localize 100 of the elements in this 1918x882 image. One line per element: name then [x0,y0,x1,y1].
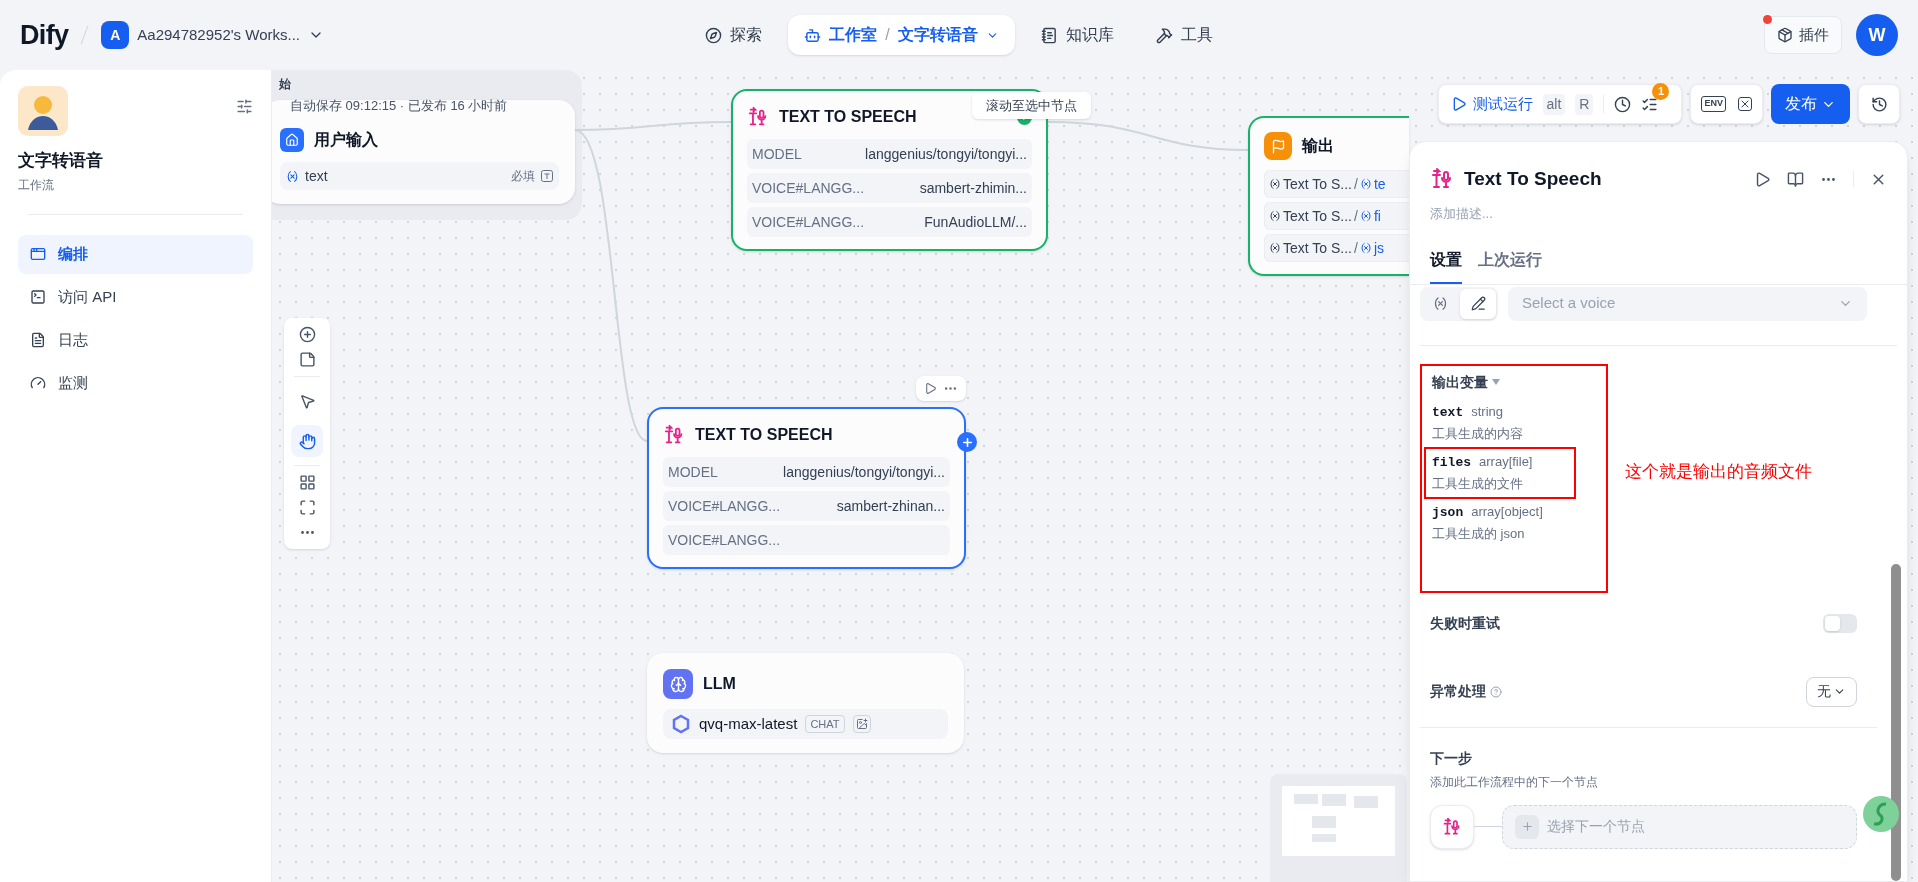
history-icon[interactable] [1858,84,1900,124]
panel-tab[interactable]: 设置 [1430,247,1462,284]
nav-label: 工具 [1180,25,1213,45]
workflow-node[interactable]: LLM qvq-max-latest CHAT [647,653,964,753]
variable-type: array[file] [1479,452,1533,471]
gauge-icon [30,375,46,391]
test-run-label: 测试运行 [1472,93,1533,114]
parameter-value: sambert-zhimin... [919,178,1027,198]
sidebar-label: 访问 API [58,286,117,307]
mode-tag: CHAT [805,714,845,734]
variable-icon [1359,178,1372,190]
package-icon [1777,27,1793,43]
user-avatar[interactable]: W [1856,14,1898,56]
run-history-icon[interactable] [1614,95,1632,113]
annotation-text: 这个就是输出的音频文件 [1625,461,1812,484]
variable-name: te [1373,174,1386,194]
add-node-icon[interactable] [298,326,316,343]
path-separator: / [1354,238,1358,258]
sidebar-item[interactable]: 访问 API [18,277,253,317]
caret-icon[interactable] [1492,379,1500,385]
section-title: 下一步 [1429,748,1473,768]
organize-icon[interactable] [298,474,316,491]
hand-icon[interactable] [291,425,323,457]
variable-description: 工具生成的内容 [1432,425,1524,443]
variable-icon [1269,242,1281,254]
run-icon[interactable] [924,382,937,395]
document-icon [30,332,46,348]
test-run-button[interactable]: 测试运行 [1450,92,1533,116]
sidebar-label: 监测 [58,372,88,393]
plus-icon [1515,814,1539,839]
parameter-value: langgenius/tongyi/tongyi... [865,144,1027,164]
sidebar-item[interactable]: 编排 [18,234,253,274]
hammer-icon [1155,26,1173,44]
node-title: TEXT TO SPEECH [695,425,833,445]
retry-toggle[interactable] [1823,614,1857,633]
nav-tab[interactable]: 探索 [689,15,779,55]
vision-icon [852,715,871,733]
parameter-label: VOICE#LANGG... [752,212,865,232]
node-title: TEXT TO SPEECH [779,107,917,127]
tooltip: 滚动至选中节点 [972,92,1091,119]
current-app[interactable]: 文字转语音 [897,23,978,47]
fit-view-icon[interactable] [298,499,316,516]
run-icon[interactable] [1754,170,1771,188]
error-handling-label: 异常处理 [1430,682,1486,701]
node-title: 用户输入 [314,130,378,150]
breadcrumb-separator: / [885,25,890,45]
autosave-status: 自动保存 09:12:15 · 已发布 16 小时前 [290,97,508,115]
sidebar-item[interactable]: 日志 [18,320,253,360]
sidebar-item[interactable]: 监测 [18,363,253,403]
add-note-icon[interactable] [298,351,316,368]
house-icon [280,128,304,152]
parameter-label: MODEL [752,144,802,164]
shortcut-key: R [1575,93,1594,115]
app-type: 工作流 [18,176,55,194]
floating-assistant-icon[interactable] [1862,795,1900,833]
parameter-label: VOICE#LANGG... [752,178,865,198]
variable-name: fi [1373,206,1381,226]
node-title: LLM [703,674,736,694]
workspace-selector[interactable]: A Aa294782952's Works... [101,21,324,49]
text-to-speech-icon [747,106,769,128]
model-logo-icon [671,714,691,734]
next-node-placeholder: 选择下一个节点 [1547,817,1645,836]
shortcut-key: alt [1542,93,1566,115]
panel-tab[interactable]: 上次运行 [1478,247,1542,284]
source-node-name: Text To S... [1283,238,1352,258]
add-node-handle[interactable] [957,432,977,452]
workflow-node[interactable]: TEXT TO SPEECH MODEL langgenius/tongyi/tongyi... VOICE#LANGG... sambert-zhinan... VOICE#LANGG... [647,407,966,569]
description-field[interactable]: 添加描述... [1430,204,1887,224]
variable-name: files [1432,453,1471,472]
env-button[interactable]: ENV [1701,96,1726,112]
path-separator: / [1354,174,1358,194]
workflow-node[interactable]: 输出 Text To S.../ te Text To S.../ fi Text To S.../ js [1248,116,1409,276]
variable-type: array[object] [1471,502,1543,521]
text-to-speech-icon [1430,167,1454,191]
pencil-icon[interactable] [1460,288,1496,319]
path-separator: / [1354,206,1358,226]
nav-label: 知识库 [1065,25,1114,45]
nav-tab[interactable]: 知识库 [1024,15,1130,55]
variable-icon [1359,242,1372,254]
variable-button[interactable] [1738,97,1752,111]
nav-tab[interactable]: 工作室 / 文字转语音 [788,15,1015,55]
logo[interactable]: Dify [20,14,69,56]
variable-icon [1359,210,1372,222]
sidebar-label: 编排 [58,243,88,264]
app-name: 文字转语音 [18,150,104,172]
variable-name: js [1373,238,1384,258]
nav-tab[interactable]: 工具 [1139,15,1229,55]
scrollbar[interactable] [1891,564,1901,881]
node-title: 输出 [1302,136,1334,156]
variable-icon [1269,178,1281,190]
settings-icon[interactable] [236,98,253,115]
brain-icon [663,669,693,699]
window-icon [30,246,46,262]
publish-button[interactable]: 发布 [1771,84,1850,124]
plugins-button[interactable]: 插件 [1764,16,1842,54]
variable-icon [286,169,299,183]
nav-label: 工作室 [829,25,878,45]
error-handling-select[interactable]: 无 [1806,676,1857,707]
book-icon[interactable] [1787,170,1804,188]
parameter-value: sambert-zhinan... [836,496,945,516]
